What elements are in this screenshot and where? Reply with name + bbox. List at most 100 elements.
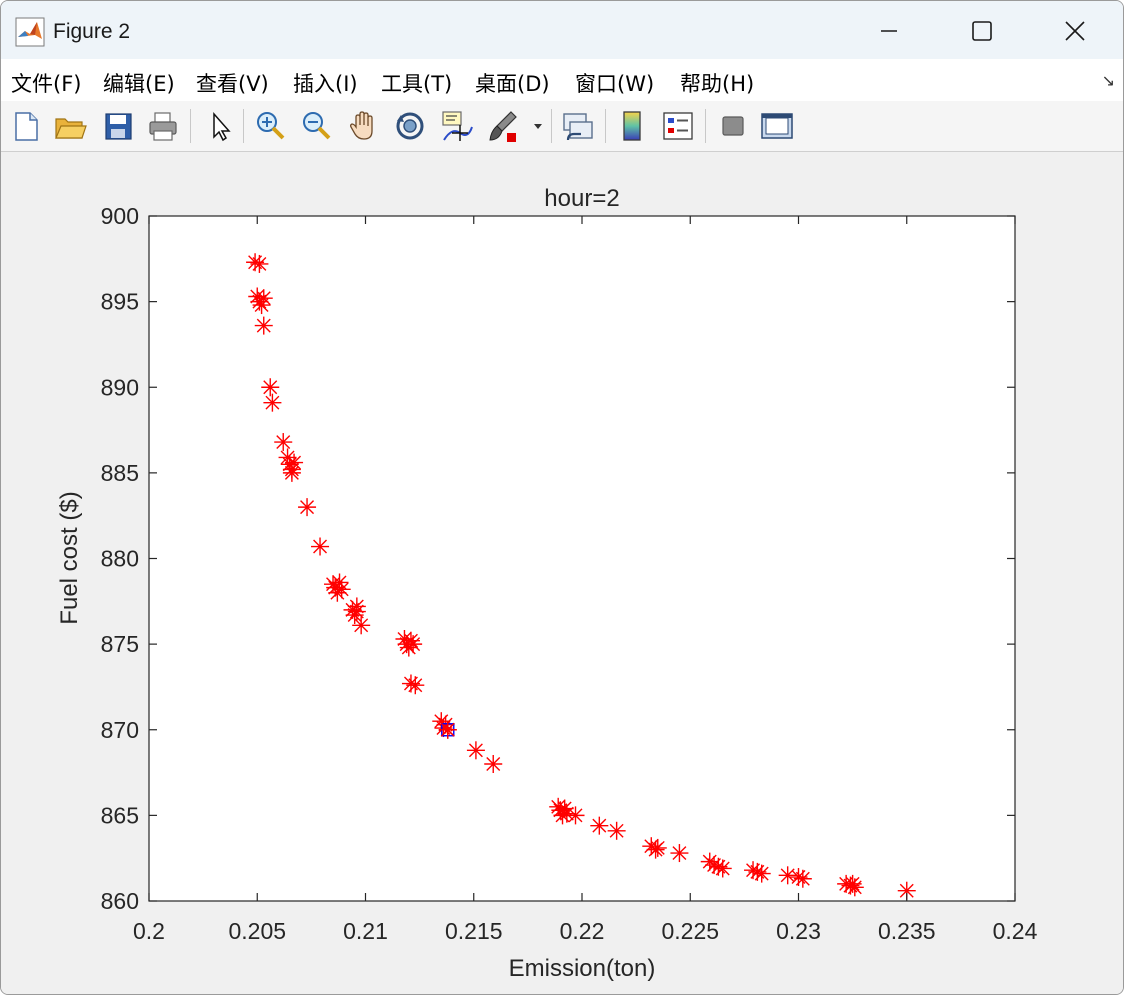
y-tick-label: 885 xyxy=(101,460,139,486)
minimize-button[interactable] xyxy=(867,9,911,53)
zoom-out-icon xyxy=(303,112,331,140)
data-point xyxy=(466,741,485,760)
menu-file[interactable]: 文件(F) xyxy=(11,68,81,98)
close-button[interactable] xyxy=(1053,9,1097,53)
zoom-in-button[interactable] xyxy=(251,107,289,145)
hide-plot-tools-button[interactable] xyxy=(714,107,752,145)
x-tick-label: 0.2 xyxy=(133,918,165,944)
x-tick-label: 0.24 xyxy=(993,918,1038,944)
x-tick-label: 0.205 xyxy=(228,918,286,944)
edit-plot-button[interactable] xyxy=(201,107,239,145)
data-point xyxy=(332,580,351,599)
pointer-icon xyxy=(213,112,231,142)
figure-canvas[interactable]: 0.2 0.205 0.21 0.215 0.22 0.225 0.23 0.235 0.24 … xyxy=(1,152,1123,994)
data-point xyxy=(261,378,280,397)
menu-tools[interactable]: 工具(T) xyxy=(381,68,452,98)
y-tick-label: 880 xyxy=(101,546,139,572)
close-icon xyxy=(1065,21,1085,41)
data-point xyxy=(484,755,503,773)
y-tick-label: 895 xyxy=(101,289,139,315)
zoom-out-button[interactable] xyxy=(297,107,335,145)
window-title: Figure 2 xyxy=(53,20,131,43)
pan-button[interactable] xyxy=(345,107,383,145)
new-figure-button[interactable] xyxy=(7,107,45,145)
data-point xyxy=(793,869,812,888)
rotate-3d-button[interactable] xyxy=(391,107,429,145)
colorbar-icon xyxy=(623,111,641,141)
menu-insert[interactable]: 插入(I) xyxy=(293,68,358,98)
y-tick-label: 860 xyxy=(101,888,139,914)
data-point xyxy=(263,393,282,412)
data-point xyxy=(845,878,864,897)
data-point xyxy=(670,844,689,863)
x-tick-label: 0.235 xyxy=(878,918,936,944)
data-point xyxy=(607,821,626,840)
y-tick-label: 900 xyxy=(101,203,139,229)
x-tick-label: 0.23 xyxy=(776,918,821,944)
toolbar-separator xyxy=(243,109,244,143)
data-point xyxy=(404,635,423,654)
maximize-button[interactable] xyxy=(960,9,1004,53)
data-cursor-icon xyxy=(442,111,473,141)
save-icon xyxy=(105,113,132,140)
open-file-button[interactable] xyxy=(51,107,89,145)
menu-view[interactable]: 查看(V) xyxy=(196,68,269,98)
pan-icon xyxy=(350,111,373,140)
show-plot-tools-icon xyxy=(761,113,793,139)
brush-dropdown[interactable] xyxy=(531,107,545,145)
y-tick-label: 870 xyxy=(101,717,139,743)
toolbar-separator xyxy=(551,109,552,143)
save-button[interactable] xyxy=(99,107,137,145)
x-axis-label: Emission(ton) xyxy=(509,955,656,982)
data-point xyxy=(406,676,425,695)
link-plot-icon xyxy=(563,113,593,141)
rotate-3d-icon xyxy=(396,112,424,140)
scatter-plot[interactable]: 0.2 0.205 0.21 0.215 0.22 0.225 0.23 0.235 0.24 … xyxy=(1,152,1123,994)
data-point xyxy=(285,453,304,472)
data-cursor-button[interactable] xyxy=(438,107,476,145)
show-plot-tools-button[interactable] xyxy=(758,107,796,145)
insert-legend-button[interactable] xyxy=(659,107,697,145)
data-point xyxy=(436,715,455,734)
x-tick-label: 0.21 xyxy=(343,918,388,944)
plot-title: hour=2 xyxy=(544,185,619,212)
matlab-logo-icon xyxy=(15,17,45,47)
data-point xyxy=(347,602,366,621)
brush-icon xyxy=(489,111,517,142)
toolbar-separator xyxy=(705,109,706,143)
minimize-icon xyxy=(881,30,897,32)
data-point xyxy=(438,720,457,739)
toolbar-separator xyxy=(605,109,606,143)
link-plot-button[interactable] xyxy=(559,107,597,145)
title-bar[interactable]: Figure 2 xyxy=(1,1,1123,59)
figure-toolbar xyxy=(1,101,1123,152)
data-point xyxy=(274,433,293,452)
print-icon xyxy=(149,112,177,141)
menu-window[interactable]: 窗口(W) xyxy=(575,68,654,98)
data-point xyxy=(254,289,273,308)
open-file-icon xyxy=(55,118,87,139)
brush-button[interactable] xyxy=(485,107,523,145)
data-point xyxy=(298,498,317,517)
data-point xyxy=(752,864,771,883)
legend-icon xyxy=(663,112,693,140)
menu-bar: 文件(F) 编辑(E) 查看(V) 插入(I) 工具(T) 桌面(D) 窗口(W… xyxy=(1,59,1123,101)
data-point xyxy=(250,254,269,273)
menu-help[interactable]: 帮助(H) xyxy=(680,68,754,98)
data-point xyxy=(713,859,732,878)
data-point xyxy=(352,616,371,635)
x-tick-label: 0.22 xyxy=(560,918,605,944)
menu-desktop[interactable]: 桌面(D) xyxy=(475,68,550,98)
data-point xyxy=(590,816,609,835)
y-axis-label: Fuel cost ($) xyxy=(56,491,83,624)
y-tick-label: 875 xyxy=(101,631,139,657)
x-tick-label: 0.215 xyxy=(445,918,503,944)
print-button[interactable] xyxy=(144,107,182,145)
zoom-in-icon xyxy=(257,112,285,140)
insert-colorbar-button[interactable] xyxy=(613,107,651,145)
data-point xyxy=(311,537,330,556)
menu-edit[interactable]: 编辑(E) xyxy=(103,68,175,98)
dock-arrow-icon[interactable]: ↘ xyxy=(1102,71,1115,91)
hide-plot-tools-icon xyxy=(722,116,744,136)
toolbar-separator xyxy=(190,109,191,143)
